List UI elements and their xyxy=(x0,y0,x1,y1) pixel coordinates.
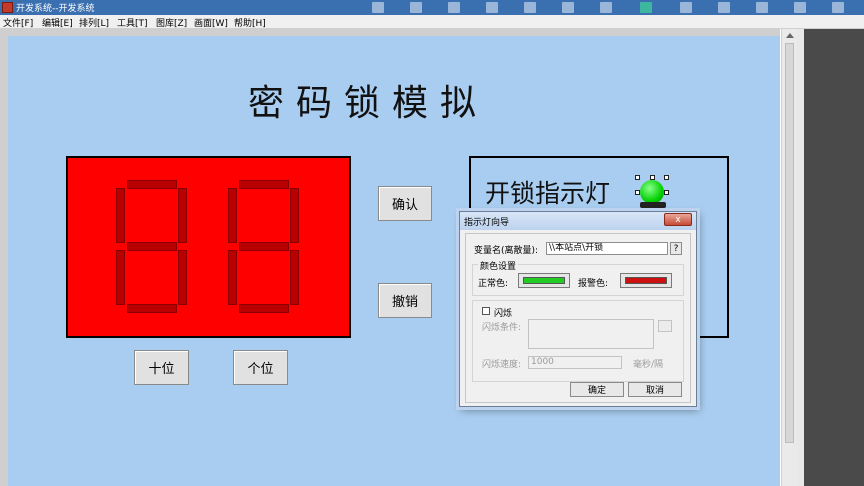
selection-handle[interactable] xyxy=(650,175,655,180)
segment-e xyxy=(228,250,237,305)
variable-label: 变量名(离散量): xyxy=(474,246,539,256)
workspace-edge xyxy=(797,29,804,486)
segment-b xyxy=(290,188,299,243)
segment-g xyxy=(239,242,289,251)
alarm-color-swatch xyxy=(625,277,667,284)
segment-d xyxy=(127,304,177,313)
flash-condition-browse-button[interactable] xyxy=(658,320,672,332)
dialog-title: 指示灯向导 xyxy=(464,218,510,228)
taskbar-thumbnail-icon xyxy=(486,2,498,13)
app-icon xyxy=(2,2,13,13)
scroll-up-icon[interactable] xyxy=(786,33,794,38)
workspace-margin xyxy=(0,29,8,486)
taskbar-thumbnail-icon xyxy=(448,2,460,13)
taskbar-thumbnail-icon xyxy=(680,2,692,13)
tens-button[interactable]: 十位 xyxy=(134,350,189,385)
taskbar-thumbnail-icon xyxy=(718,2,730,13)
normal-color-button[interactable] xyxy=(518,273,570,288)
flash-speed-label: 闪烁速度: xyxy=(482,360,522,370)
selection-handle[interactable] xyxy=(635,190,640,195)
segment-g xyxy=(127,242,177,251)
normal-color-swatch xyxy=(523,277,565,284)
segment-c xyxy=(178,250,187,305)
window-title: 开发系统--开发系统 xyxy=(16,4,95,14)
cancel-button[interactable]: 取消 xyxy=(628,382,682,397)
flash-speed-input[interactable]: 1000 xyxy=(528,356,622,369)
indicator-wizard-dialog: 指示灯向导 x 变量名(离散量): \\本站点\开锁 ? 颜色设置 正常色: 报… xyxy=(459,211,697,407)
menu-help[interactable]: 帮助[H] xyxy=(234,16,266,29)
close-icon[interactable]: x xyxy=(664,213,692,226)
flash-checkbox[interactable] xyxy=(482,307,490,315)
seven-segment-display[interactable] xyxy=(66,156,351,338)
ok-button[interactable]: 确定 xyxy=(570,382,624,397)
normal-color-label: 正常色: xyxy=(478,279,509,289)
segment-c xyxy=(290,250,299,305)
menu-edit[interactable]: 编辑[E] xyxy=(42,16,73,29)
alarm-color-label: 报警色: xyxy=(578,279,609,289)
segment-a xyxy=(239,180,289,189)
flash-condition-input[interactable] xyxy=(528,319,654,349)
taskbar-thumbnail-icon xyxy=(372,2,384,13)
lamp-label: 开锁指示灯 xyxy=(485,179,611,208)
undo-button[interactable]: 撤销 xyxy=(378,283,432,318)
taskbar-thumbnail-icon xyxy=(640,2,652,13)
page-title: 密码锁模拟 xyxy=(248,83,489,124)
taskbar-thumbnail-icon xyxy=(756,2,768,13)
taskbar-thumbnail-icon xyxy=(600,2,612,13)
menu-screen[interactable]: 画面[W] xyxy=(194,16,228,29)
selection-handle[interactable] xyxy=(664,175,669,180)
confirm-button[interactable]: 确认 xyxy=(378,186,432,221)
dialog-titlebar[interactable]: 指示灯向导 x xyxy=(460,212,696,230)
flash-condition-label: 闪烁条件: xyxy=(482,323,522,333)
alarm-color-button[interactable] xyxy=(620,273,672,288)
taskbar-thumbnail-icon xyxy=(832,2,844,13)
flash-label[interactable]: 闪烁 xyxy=(494,306,512,319)
window-titlebar: 开发系统--开发系统 xyxy=(0,0,864,15)
menu-bar: 文件[F] 编辑[E] 排列[L] 工具[T] 图库[Z] 画面[W] 帮助[H… xyxy=(0,15,864,29)
scrollbar-thumb[interactable] xyxy=(785,43,794,443)
selection-handle[interactable] xyxy=(664,190,669,195)
color-settings-label: 颜色设置 xyxy=(478,259,519,272)
lamp-base xyxy=(640,202,666,208)
selection-handle[interactable] xyxy=(635,175,640,180)
flash-unit-label: 毫秒/隔 xyxy=(633,360,664,370)
taskbar-thumbnail-icon xyxy=(562,2,574,13)
menu-tools[interactable]: 工具[T] xyxy=(117,16,148,29)
segment-e xyxy=(116,250,125,305)
browse-button[interactable]: ? xyxy=(670,242,682,255)
segment-f xyxy=(116,188,125,243)
workspace-margin xyxy=(8,29,780,36)
ones-digit xyxy=(228,180,300,314)
vertical-scrollbar[interactable] xyxy=(781,29,797,486)
segment-a xyxy=(127,180,177,189)
taskbar-thumbnail-icon xyxy=(524,2,536,13)
side-panel xyxy=(804,29,864,486)
variable-input[interactable]: \\本站点\开锁 xyxy=(546,242,668,255)
menu-arrange[interactable]: 排列[L] xyxy=(79,16,109,29)
taskbar-thumbnail-icon xyxy=(410,2,422,13)
segment-b xyxy=(178,188,187,243)
dialog-body: 变量名(离散量): \\本站点\开锁 ? 颜色设置 正常色: 报警色: 闪烁 闪… xyxy=(465,233,691,403)
segment-f xyxy=(228,188,237,243)
segment-d xyxy=(239,304,289,313)
tens-digit xyxy=(116,180,188,314)
menu-gallery[interactable]: 图库[Z] xyxy=(156,16,187,29)
taskbar-thumbnail-icon xyxy=(794,2,806,13)
menu-file[interactable]: 文件[F] xyxy=(3,16,33,29)
ones-button[interactable]: 个位 xyxy=(233,350,288,385)
indicator-lamp[interactable] xyxy=(640,180,664,204)
